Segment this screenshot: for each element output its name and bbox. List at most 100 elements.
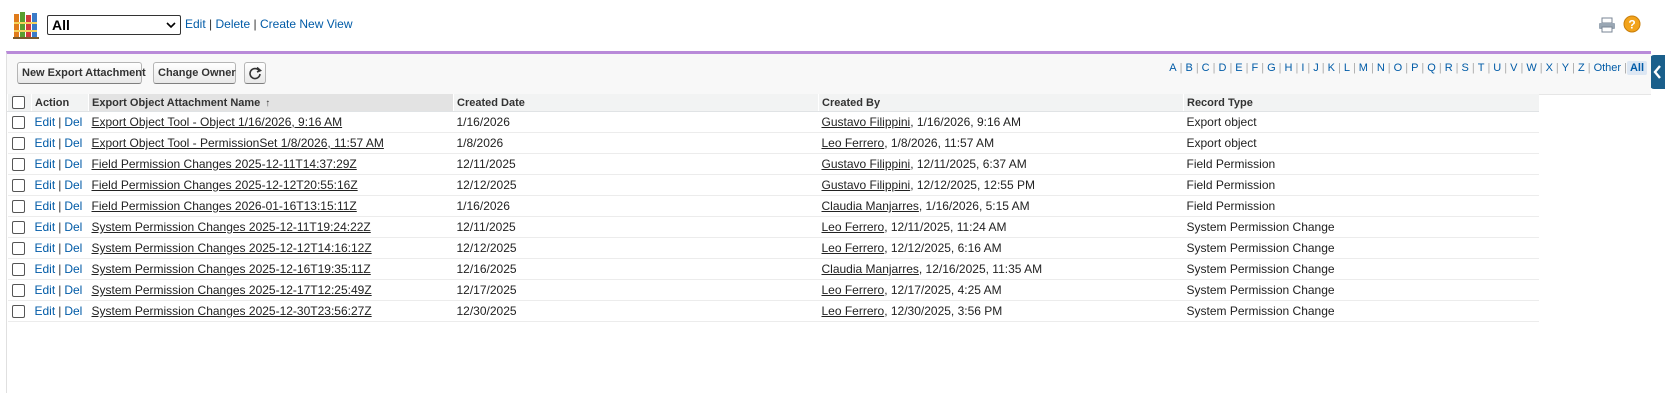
record-name-link[interactable]: System Permission Changes 2025-12-16T19:… — [92, 262, 371, 276]
alpha-filter-all[interactable]: All — [1626, 61, 1647, 75]
edit-link[interactable]: Edit — [35, 136, 56, 150]
alpha-filter-n[interactable]: N — [1374, 62, 1388, 74]
user-link[interactable]: Claudia Manjarres — [822, 262, 919, 276]
name-cell: System Permission Changes 2025-12-11T19:… — [88, 216, 454, 238]
user-link[interactable]: Leo Ferrero — [822, 304, 885, 318]
column-header-name[interactable]: Export Object Attachment Name ↑ — [88, 94, 454, 112]
user-link[interactable]: Leo Ferrero — [822, 136, 885, 150]
alpha-filter-k[interactable]: K — [1325, 62, 1338, 74]
edit-link[interactable]: Edit — [35, 304, 56, 318]
alpha-filter-y[interactable]: Y — [1559, 62, 1572, 74]
row-actions: Edit | Del — [31, 237, 89, 259]
alpha-filter-q[interactable]: Q — [1424, 62, 1439, 74]
created-by-cell: Gustavo Filippini, 12/12/2025, 12:55 PM — [818, 174, 1184, 196]
user-link[interactable]: Gustavo Filippini — [822, 115, 911, 129]
row-checkbox[interactable] — [11, 284, 25, 298]
delete-link[interactable]: Del — [64, 262, 82, 276]
user-link[interactable]: Claudia Manjarres — [822, 199, 919, 213]
edit-link[interactable]: Edit — [35, 220, 56, 234]
record-name-link[interactable]: System Permission Changes 2025-12-12T14:… — [92, 241, 372, 255]
edit-link[interactable]: Edit — [35, 283, 56, 297]
alpha-filter-other[interactable]: Other — [1591, 62, 1625, 74]
alpha-filter-s[interactable]: S — [1459, 62, 1472, 74]
delete-link[interactable]: Del — [64, 178, 82, 192]
refresh-button[interactable] — [244, 62, 266, 84]
row-checkbox[interactable] — [11, 179, 25, 193]
edit-link[interactable]: Edit — [35, 157, 56, 171]
help-icon[interactable]: ? — [1623, 15, 1641, 33]
alpha-filter-j[interactable]: J — [1310, 62, 1322, 74]
alpha-filter-w[interactable]: W — [1523, 62, 1539, 74]
alpha-filter-e[interactable]: E — [1232, 62, 1245, 74]
column-header-created-date[interactable]: Created Date — [453, 94, 819, 112]
delete-link[interactable]: Del — [64, 241, 82, 255]
user-link[interactable]: Gustavo Filippini — [822, 157, 911, 171]
record-name-link[interactable]: Export Object Tool - PermissionSet 1/8/2… — [92, 136, 384, 150]
alpha-filter-d[interactable]: D — [1215, 62, 1229, 74]
record-name-link[interactable]: Field Permission Changes 2025-12-11T14:3… — [92, 157, 357, 171]
alpha-filter-g[interactable]: G — [1264, 62, 1279, 74]
alpha-filter-o[interactable]: O — [1391, 62, 1406, 74]
new-export-attachment-button[interactable]: New Export Attachment — [17, 62, 146, 84]
alpha-filter-u[interactable]: U — [1490, 62, 1504, 74]
select-all-checkbox[interactable] — [12, 96, 25, 109]
edit-link[interactable]: Edit — [35, 262, 56, 276]
table-row: Edit | Del Field Permission Changes 2025-12… — [7, 153, 1539, 175]
row-checkbox[interactable] — [11, 158, 25, 172]
edit-view-link[interactable]: Edit — [185, 17, 206, 31]
record-name-link[interactable]: Field Permission Changes 2026-01-16T13:1… — [92, 199, 357, 213]
alpha-filter-x[interactable]: X — [1543, 62, 1556, 74]
record-name-link[interactable]: System Permission Changes 2025-12-17T12:… — [92, 283, 372, 297]
edit-link[interactable]: Edit — [35, 199, 56, 213]
record-name-link[interactable]: Export Object Tool - Object 1/16/2026, 9… — [92, 115, 343, 129]
change-owner-button[interactable]: Change Owner — [153, 62, 236, 84]
user-link[interactable]: Gustavo Filippini — [822, 178, 911, 192]
delete-link[interactable]: Del — [64, 220, 82, 234]
row-checkbox[interactable] — [11, 263, 25, 277]
delete-view-link[interactable]: Delete — [216, 17, 251, 31]
record-name-link[interactable]: System Permission Changes 2025-12-11T19:… — [92, 220, 371, 234]
alpha-filter-z[interactable]: Z — [1575, 62, 1588, 74]
row-checkbox[interactable] — [11, 137, 25, 151]
column-header-record-type[interactable]: Record Type — [1183, 94, 1539, 112]
user-link[interactable]: Leo Ferrero — [822, 241, 885, 255]
alpha-filter-t[interactable]: T — [1475, 62, 1488, 74]
alpha-filter-b[interactable]: B — [1182, 62, 1195, 74]
row-checkbox[interactable] — [11, 116, 25, 130]
edit-link[interactable]: Edit — [35, 241, 56, 255]
row-checkbox[interactable] — [11, 200, 25, 214]
alpha-filter-a[interactable]: A — [1166, 62, 1179, 74]
alpha-filter-l[interactable]: L — [1341, 62, 1353, 74]
delete-link[interactable]: Del — [64, 157, 82, 171]
delete-link[interactable]: Del — [64, 115, 82, 129]
row-checkbox[interactable] — [11, 242, 25, 256]
side-panel-toggle[interactable] — [1650, 55, 1665, 89]
user-link[interactable]: Leo Ferrero — [822, 220, 885, 234]
sort-ascending-icon: ↑ — [265, 97, 271, 109]
record-type-cell: System Permission Change — [1183, 300, 1539, 322]
alpha-filter-v[interactable]: V — [1507, 62, 1520, 74]
alpha-filter-m[interactable]: M — [1356, 62, 1371, 74]
name-cell: Field Permission Changes 2026-01-16T13:1… — [88, 195, 454, 217]
row-checkbox[interactable] — [11, 305, 25, 319]
printer-icon[interactable] — [1598, 17, 1616, 33]
edit-link[interactable]: Edit — [35, 115, 56, 129]
delete-link[interactable]: Del — [64, 199, 82, 213]
alpha-filter-c[interactable]: C — [1199, 62, 1213, 74]
record-name-link[interactable]: System Permission Changes 2025-12-30T23:… — [92, 304, 372, 318]
alpha-filter-p[interactable]: P — [1408, 62, 1421, 74]
column-header-created-by[interactable]: Created By — [818, 94, 1184, 112]
alpha-filter-r[interactable]: R — [1442, 62, 1456, 74]
create-view-link[interactable]: Create New View — [260, 17, 352, 31]
alpha-filter-h[interactable]: H — [1282, 62, 1296, 74]
table-row: Edit | Del Field Permission Changes 2025-12… — [7, 174, 1539, 196]
user-link[interactable]: Leo Ferrero — [822, 283, 885, 297]
view-select[interactable]: All — [47, 15, 181, 35]
row-checkbox[interactable] — [11, 221, 25, 235]
delete-link[interactable]: Del — [64, 283, 82, 297]
delete-link[interactable]: Del — [64, 136, 82, 150]
edit-link[interactable]: Edit — [35, 178, 56, 192]
record-name-link[interactable]: Field Permission Changes 2025-12-12T20:5… — [92, 178, 358, 192]
alpha-filter-f[interactable]: F — [1249, 62, 1262, 74]
delete-link[interactable]: Del — [64, 304, 82, 318]
